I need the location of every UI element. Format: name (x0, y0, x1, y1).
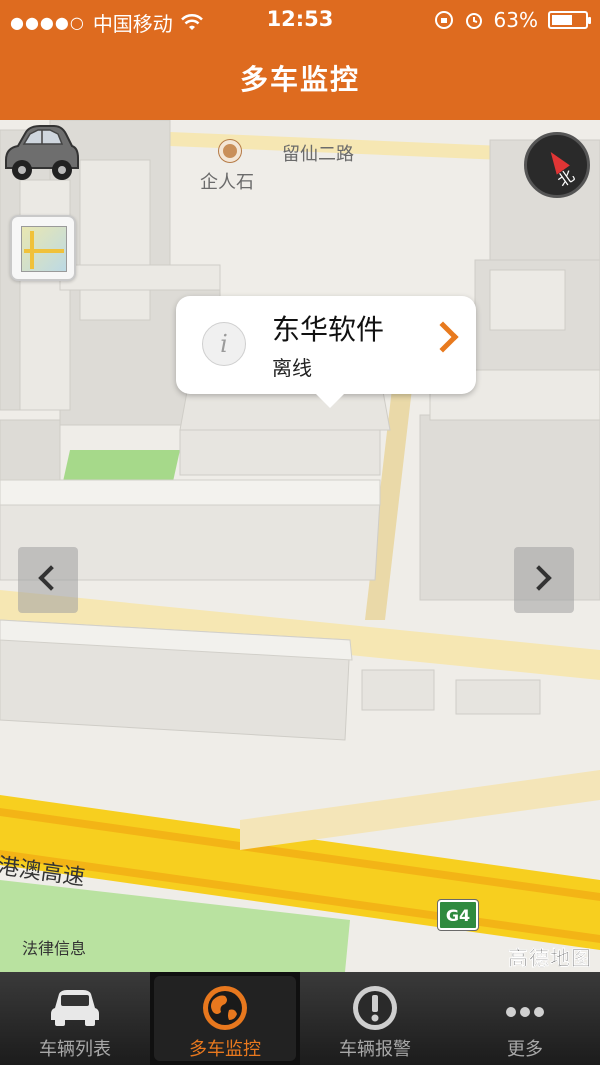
poi-label: 企人石 (200, 172, 254, 193)
map-provider-logo: 高德地图 (508, 946, 592, 970)
car-marker-icon[interactable] (0, 120, 80, 184)
globe-icon (203, 986, 247, 1030)
battery-percent: 63% (493, 8, 538, 32)
tab-more[interactable]: 更多 (450, 972, 600, 1065)
chevron-right-icon[interactable] (427, 321, 459, 353)
map-view[interactable]: 企人石 留仙二路 北 i 东华软件 离线 港澳高速 G4 法律信息 高德地图 (0, 120, 600, 972)
previous-vehicle-button[interactable] (18, 547, 78, 613)
orientation-lock-icon (434, 11, 453, 29)
map-canvas (0, 120, 600, 972)
tab-label: 更多 (507, 1039, 543, 1060)
map-layers-icon (21, 226, 67, 272)
app-header: ●●●●○ 中国移动 12:53 63% 多车监控 (0, 0, 600, 120)
info-icon[interactable]: i (202, 322, 246, 366)
vehicle-status: 离线 (272, 356, 312, 380)
chevron-right-icon (526, 565, 552, 591)
tab-label: 车辆列表 (39, 1039, 111, 1060)
page-title: 多车监控 (239, 63, 360, 96)
map-layers-button[interactable] (10, 215, 76, 281)
tab-vehicle-alarm[interactable]: 车辆报警 (300, 972, 450, 1065)
vehicle-info-popup[interactable]: i 东华软件 离线 (176, 296, 476, 408)
more-icon (506, 1007, 544, 1017)
compass-button[interactable]: 北 (524, 132, 590, 198)
battery-icon (548, 11, 591, 29)
highway-shield: G4 (437, 899, 479, 931)
car-icon (51, 990, 99, 1026)
tab-bar: 车辆列表 多车监控 车辆报警 更多 (0, 972, 600, 1065)
status-bar: ●●●●○ 中国移动 12:53 63% (0, 0, 600, 40)
next-vehicle-button[interactable] (514, 547, 574, 613)
chevron-left-icon (38, 565, 64, 591)
legal-info-link[interactable]: 法律信息 (22, 935, 86, 959)
alert-icon (353, 986, 397, 1030)
poi-marker-icon[interactable] (219, 140, 241, 162)
road-label: 留仙二路 (282, 144, 354, 165)
tab-label: 多车监控 (189, 1039, 261, 1060)
tab-vehicle-list[interactable]: 车辆列表 (0, 972, 150, 1065)
vehicle-name: 东华软件 (272, 313, 385, 346)
popup-pointer (316, 394, 344, 408)
tab-label: 车辆报警 (339, 1039, 411, 1060)
alarm-icon (465, 13, 482, 29)
tab-multi-vehicle-monitor[interactable]: 多车监控 (150, 972, 300, 1065)
